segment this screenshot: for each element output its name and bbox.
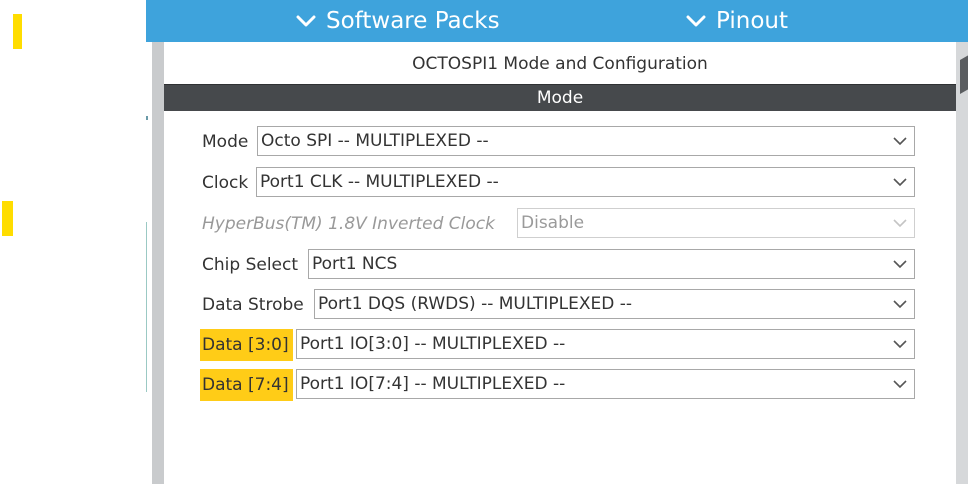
panel-title: OCTOSPI1 Mode and Configuration [412, 54, 708, 74]
chip-select-select[interactable]: Port1 NCS [308, 249, 915, 279]
chevron-down-icon [893, 219, 907, 228]
field-row-data-strobe: Data Strobe Port1 DQS (RWDS) -- MULTIPLE… [200, 289, 915, 321]
field-row-data-3-0: Data [3:0] Port1 IO[3:0] -- MULTIPLEXED … [200, 329, 915, 361]
field-row-hyperbus-inverted-clock: HyperBus(TM) 1.8V Inverted Clock Disable [200, 208, 915, 240]
data-7-4-select[interactable]: Port1 IO[7:4] -- MULTIPLEXED -- [296, 369, 915, 399]
hyperbus-inverted-clock-label: HyperBus(TM) 1.8V Inverted Clock [202, 214, 495, 234]
data-7-4-value: Port1 IO[7:4] -- MULTIPLEXED -- [300, 374, 566, 394]
chevron-down-icon [686, 15, 706, 26]
highlight-marker [13, 14, 22, 49]
chevron-down-icon [893, 137, 907, 146]
field-row-clock: Clock Port1 CLK -- MULTIPLEXED -- [200, 167, 915, 199]
chevron-down-icon [893, 178, 907, 187]
mode-select[interactable]: Octo SPI -- MULTIPLEXED -- [257, 126, 915, 156]
data-3-0-select[interactable]: Port1 IO[3:0] -- MULTIPLEXED -- [296, 329, 915, 359]
mode-section-header[interactable]: Mode [164, 84, 956, 111]
panel-frame-right [956, 42, 968, 484]
pinout-menu[interactable]: Pinout [686, 0, 788, 42]
field-row-data-7-4: Data [7:4] Port1 IO[7:4] -- MULTIPLEXED … [200, 369, 915, 401]
clock-value: Port1 CLK -- MULTIPLEXED -- [260, 172, 499, 192]
panel-frame-left [152, 42, 164, 484]
chevron-down-icon [893, 380, 907, 389]
mode-configuration-panel: OCTOSPI1 Mode and Configuration Mode Mod… [164, 42, 956, 484]
top-menu-bar: Software Packs Pinout [146, 0, 968, 42]
clock-label: Clock [202, 173, 249, 193]
chip-select-value: Port1 NCS [312, 254, 398, 274]
data-7-4-label: Data [7:4] [200, 369, 293, 401]
mode-value: Octo SPI -- MULTIPLEXED -- [261, 131, 489, 151]
data-strobe-select[interactable]: Port1 DQS (RWDS) -- MULTIPLEXED -- [314, 289, 915, 319]
left-sidebar [0, 0, 146, 484]
data-3-0-value: Port1 IO[3:0] -- MULTIPLEXED -- [300, 334, 566, 354]
mode-label: Mode [202, 132, 249, 152]
pinout-label: Pinout [716, 8, 788, 34]
chevron-down-icon [893, 300, 907, 309]
field-row-mode: Mode Octo SPI -- MULTIPLEXED -- [200, 126, 915, 158]
chevron-down-icon [893, 340, 907, 349]
chevron-down-icon [893, 260, 907, 269]
field-row-chip-select: Chip Select Port1 NCS [200, 249, 915, 281]
software-packs-menu[interactable]: Software Packs [296, 0, 500, 42]
data-3-0-label: Data [3:0] [200, 329, 293, 361]
divider [146, 116, 148, 120]
clock-select[interactable]: Port1 CLK -- MULTIPLEXED -- [256, 167, 915, 197]
divider [146, 222, 147, 392]
collapse-handle[interactable] [960, 51, 968, 95]
data-strobe-value: Port1 DQS (RWDS) -- MULTIPLEXED -- [318, 294, 632, 314]
chip-select-label: Chip Select [202, 255, 299, 275]
data-strobe-label: Data Strobe [202, 295, 304, 315]
chevron-down-icon [296, 15, 316, 26]
hyperbus-inverted-clock-select: Disable [517, 208, 915, 238]
hyperbus-inverted-clock-value: Disable [521, 213, 585, 233]
highlight-marker [2, 201, 13, 236]
software-packs-label: Software Packs [326, 8, 500, 34]
